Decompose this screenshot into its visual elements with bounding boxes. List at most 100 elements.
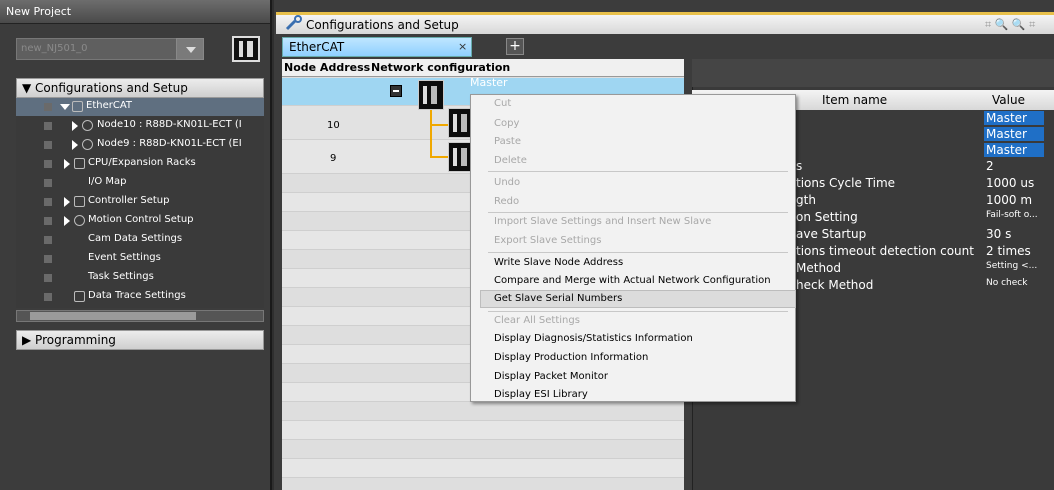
menu-item-delete[interactable]: Delete	[494, 155, 527, 166]
menu-item-import-slave-settings[interactable]: Import Slave Settings and Insert New Sla…	[494, 216, 711, 227]
table-row	[282, 440, 684, 459]
tree-item-label: Event Settings	[88, 252, 161, 263]
grid-header: Node Address Network configuration	[282, 59, 684, 77]
menu-item-display-diagnosis[interactable]: Display Diagnosis/Statistics Information	[494, 333, 693, 344]
bullet-icon	[44, 122, 52, 130]
value-header: Value	[992, 93, 1025, 107]
device-select-value: new_NJ501_0	[21, 43, 88, 54]
property-value[interactable]: Fail-soft o...	[986, 210, 1038, 220]
zoom-toolbar[interactable]: ⌗ 🔍 🔍 ⌗	[985, 18, 1035, 32]
property-value[interactable]: Setting <...	[986, 261, 1037, 271]
tab-ethercat-label: EtherCAT	[289, 40, 345, 54]
tree-item-controller-setup[interactable]: Controller Setup	[16, 193, 264, 211]
menu-item-display-production-info[interactable]: Display Production Information	[494, 352, 648, 363]
bullet-icon	[44, 179, 52, 187]
property-value[interactable]: 30 s	[986, 227, 1011, 241]
property-value[interactable]: 1000 us	[986, 176, 1034, 190]
network-config-header: Network configuration	[371, 61, 511, 74]
configurations-section-header[interactable]: ▼ Configurations and Setup	[16, 78, 264, 98]
tree-item-task-settings[interactable]: Task Settings	[16, 269, 264, 287]
table-row	[282, 459, 684, 478]
property-name: gth	[796, 193, 816, 207]
flag-icon	[74, 253, 85, 264]
property-value[interactable]: Master	[984, 111, 1044, 125]
property-value[interactable]: No check	[986, 278, 1027, 288]
controller-device-icon[interactable]	[232, 36, 260, 62]
bullet-icon	[44, 103, 52, 111]
menu-item-redo[interactable]: Redo	[494, 196, 519, 207]
tree-item-event-settings[interactable]: Event Settings	[16, 250, 264, 268]
master-label: Master	[470, 76, 508, 89]
property-value[interactable]: Master	[984, 127, 1044, 141]
menu-separator	[488, 171, 788, 172]
master-device-icon[interactable]	[418, 80, 444, 110]
bullet-icon	[44, 293, 52, 301]
wrench-icon	[285, 15, 302, 31]
menu-item-compare-and-merge[interactable]: Compare and Merge with Actual Network Co…	[494, 275, 771, 286]
property-value[interactable]: 1000 m	[986, 193, 1032, 207]
chevron-down-icon[interactable]	[60, 104, 70, 110]
tree-item-label: Controller Setup	[88, 195, 170, 206]
close-icon[interactable]: ×	[458, 40, 467, 53]
collapse-icon[interactable]	[390, 85, 402, 97]
tree-item-cpu-racks[interactable]: CPU/Expansion Racks	[16, 155, 264, 173]
tree-item-data-trace[interactable]: Data Trace Settings	[16, 288, 264, 306]
scrollbar-thumb[interactable]	[30, 312, 196, 320]
tree-item-cam-data[interactable]: Cam Data Settings	[16, 231, 264, 249]
tree-item-label: Data Trace Settings	[88, 290, 186, 301]
menu-separator	[488, 252, 788, 253]
chevron-right-icon[interactable]	[72, 140, 78, 150]
menu-item-write-slave-node-address[interactable]: Write Slave Node Address	[494, 257, 623, 268]
tab-ethercat[interactable]: EtherCAT	[282, 37, 472, 57]
tree-item-label: Motion Control Setup	[88, 214, 194, 225]
property-name: Method	[796, 261, 842, 275]
table-row	[282, 402, 684, 421]
explorer-title-bar: New Project	[0, 0, 270, 24]
chevron-right-icon[interactable]	[64, 216, 70, 226]
controller-icon	[74, 196, 85, 207]
explorer-title: New Project	[6, 5, 72, 18]
menu-item-undo[interactable]: Undo	[494, 177, 520, 188]
programming-section-label: ▶ Programming	[22, 333, 116, 347]
bullet-icon	[44, 217, 52, 225]
ethercat-icon	[72, 101, 83, 112]
programming-section-header[interactable]: ▶ Programming	[16, 330, 264, 350]
bullet-icon	[44, 198, 52, 206]
node-icon	[82, 139, 93, 150]
property-value[interactable]: 2 times	[986, 244, 1031, 258]
tree-item-motion-control[interactable]: Motion Control Setup	[16, 212, 264, 230]
tree-item-ethercat[interactable]: EtherCAT	[16, 98, 264, 116]
menu-item-clear-all-settings[interactable]: Clear All Settings	[494, 315, 580, 326]
menu-item-export-slave-settings[interactable]: Export Slave Settings	[494, 235, 601, 246]
bullet-icon	[44, 141, 52, 149]
menu-item-get-slave-serial-numbers[interactable]: Get Slave Serial Numbers	[494, 293, 622, 304]
bullet-icon	[44, 255, 52, 263]
menu-item-paste[interactable]: Paste	[494, 136, 521, 147]
task-icon	[74, 272, 85, 283]
tree-item-label: I/O Map	[88, 176, 127, 187]
editor-title-bar: Configurations and Setup	[276, 12, 1054, 34]
menu-item-copy[interactable]: Copy	[494, 118, 519, 129]
chevron-right-icon[interactable]	[64, 159, 70, 169]
add-tab-button[interactable]: +	[506, 38, 524, 55]
configurations-section-label: ▼ Configurations and Setup	[22, 81, 188, 95]
bullet-icon	[44, 274, 52, 282]
tree-item-io-map[interactable]: I/O Map	[16, 174, 264, 192]
tree-item-node10[interactable]: Node10 : R88D-KN01L-ECT (I	[16, 117, 264, 135]
property-name: on Setting	[796, 210, 858, 224]
chevron-right-icon[interactable]	[72, 121, 78, 131]
io-map-icon	[74, 177, 85, 188]
menu-item-cut[interactable]: Cut	[494, 98, 511, 109]
chevron-right-icon[interactable]	[64, 197, 70, 207]
property-value[interactable]: Master	[984, 143, 1044, 157]
bullet-icon	[44, 160, 52, 168]
tree-item-label: Node10 : R88D-KN01L-ECT (I	[97, 119, 242, 130]
tree-item-node9[interactable]: Node9 : R88D-KN01L-ECT (EI	[16, 136, 264, 154]
property-name: ave Startup	[796, 227, 867, 241]
tree-item-label: Task Settings	[88, 271, 154, 282]
chevron-down-icon[interactable]	[176, 38, 204, 60]
property-name: heck Method	[796, 278, 874, 292]
menu-item-display-esi-library[interactable]: Display ESI Library	[494, 389, 588, 400]
menu-item-display-packet-monitor[interactable]: Display Packet Monitor	[494, 371, 608, 382]
property-value[interactable]: 2	[986, 159, 994, 173]
